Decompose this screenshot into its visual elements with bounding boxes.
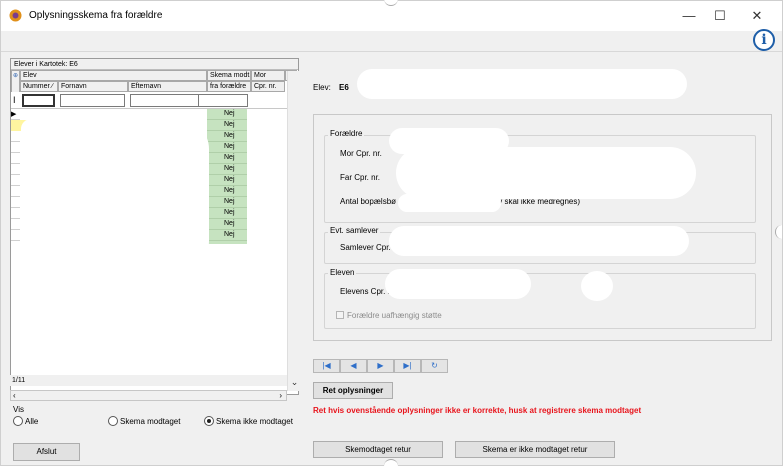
uafhaengig-checkbox-box[interactable] — [336, 310, 344, 319]
grid-header-skema-line2[interactable]: fra forældre — [207, 81, 251, 92]
app-window: Oplysningsskema fra forældre — ☐ ✕ i Ele… — [0, 0, 783, 466]
nav-next-icon[interactable]: ▶ — [367, 359, 394, 373]
app-icon — [9, 9, 22, 22]
record-count: 1/11 — [10, 375, 287, 386]
nav-last-icon[interactable]: ▶| — [394, 359, 421, 373]
grid-header-mor-line1: Mor — [251, 70, 285, 81]
resize-notch-right — [775, 225, 782, 239]
radio-skema-ikke-modtaget-circle[interactable] — [204, 415, 214, 426]
redacted-elev-name — [357, 69, 687, 99]
window-title: Oplysningsskema fra forældre — [29, 10, 163, 21]
grid-caption: Elever i Kartotek: E6 — [11, 59, 298, 70]
redacted-mor-cpr — [247, 114, 287, 278]
skema-cell[interactable]: Nej — [207, 197, 247, 208]
elev-line: Elev: E6 — [313, 83, 349, 92]
nav-first-icon[interactable]: |◀ — [313, 359, 340, 373]
info-icon[interactable]: i — [753, 29, 775, 51]
row-indicator[interactable] — [11, 197, 20, 208]
radio-skema-ikke-modtaget[interactable]: Skema ikke modtaget — [204, 415, 293, 428]
redacted-parents-block — [396, 147, 696, 199]
mor-cpr-label: Mor Cpr. nr. — [340, 149, 382, 158]
skema-cell[interactable]: Nej — [207, 175, 247, 186]
grid-header-nummer[interactable]: Nummer ∕ — [20, 81, 58, 92]
uafhaengig-checkbox[interactable]: Forældre uafhængig støtte — [336, 310, 442, 320]
scroll-right-icon[interactable]: › — [279, 391, 282, 400]
group-samlever-title: Evt. samlever — [328, 226, 381, 235]
skema-ikke-modtaget-retur-button[interactable]: Skema er ikke modtaget retur — [455, 441, 615, 458]
radio-skema-ikke-modtaget-label: Skema ikke modtaget — [216, 417, 293, 426]
grid-header-efternavn[interactable]: Efternavn — [128, 81, 207, 92]
grid-header-skema-line1: Skema modt. — [207, 70, 251, 81]
grid-header-elev: Elev — [20, 70, 207, 81]
row-indicator[interactable] — [11, 186, 20, 197]
redacted-samlever-value — [389, 226, 689, 256]
grid-horizontal-scrollbar[interactable]: ‹ › — [10, 390, 287, 401]
row-indicator[interactable] — [11, 175, 20, 186]
group-eleven-title: Eleven — [328, 268, 357, 277]
elev-value: E6 — [339, 83, 349, 92]
redacted-elevens-value — [385, 269, 531, 299]
row-indicator[interactable] — [11, 142, 20, 153]
redacted-names — [21, 119, 209, 271]
skema-cell[interactable]: Nej — [207, 109, 247, 120]
record-navigator: |◀ ◀ ▶ ▶| ↻ — [313, 359, 479, 373]
top-divider — [1, 51, 782, 52]
skema-cell[interactable]: Nej — [207, 230, 247, 241]
filter-efternavn-input[interactable] — [130, 94, 204, 107]
warning-text: Ret hvis ovenstående oplysninger ikke er… — [313, 406, 642, 415]
minimize-button[interactable]: — — [674, 6, 704, 26]
filter-row: I — [11, 92, 297, 109]
row-indicator[interactable] — [11, 131, 20, 142]
scroll-left-icon[interactable]: ‹ — [13, 391, 16, 400]
grid-vertical-scrollbar[interactable]: ⌄ — [287, 71, 300, 391]
filter-nummer-input[interactable] — [22, 94, 55, 107]
skema-cell[interactable]: Nej — [207, 186, 247, 197]
resize-notch-bottom — [384, 459, 398, 466]
skema-cell[interactable]: Nej — [207, 120, 247, 131]
skema-cell[interactable]: Nej — [207, 131, 247, 142]
radio-alle-circle[interactable] — [13, 415, 23, 426]
skema-cell[interactable]: Nej — [207, 153, 247, 164]
skema-cell[interactable]: Nej — [207, 219, 247, 230]
antal-label-start: Antal bopælsbø — [340, 197, 397, 206]
row-indicator[interactable] — [11, 230, 20, 241]
radio-alle-label: Alle — [25, 417, 39, 426]
skema-cell[interactable]: Nej — [207, 142, 247, 153]
grid-header-fornavn[interactable]: Fornavn — [58, 81, 128, 92]
uafhaengig-label: Forældre uafhængig støtte — [347, 311, 442, 320]
skemodtaget-retur-button[interactable]: Skemodtaget retur — [313, 441, 443, 458]
radio-skema-modtaget-circle[interactable] — [108, 415, 118, 426]
skema-cell[interactable]: Nej — [207, 164, 247, 175]
filter-marker: I — [13, 95, 16, 105]
scroll-down-icon[interactable]: ⌄ — [288, 376, 301, 389]
grid-header-mor-line2[interactable]: Cpr. nr. — [251, 81, 285, 92]
radio-skema-modtaget[interactable]: Skema modtaget — [108, 415, 181, 428]
filter-skema-input[interactable] — [198, 94, 248, 107]
row-indicator-current[interactable]: ▶ — [11, 109, 20, 120]
vis-label: Vis — [13, 405, 24, 414]
group-foraeldre-title: Forældre — [328, 129, 365, 138]
ret-oplysninger-button[interactable]: Ret oplysninger — [313, 382, 393, 399]
redacted-antal-value — [398, 194, 501, 212]
close-button[interactable]: ✕ — [742, 6, 772, 26]
elev-label: Elev: — [313, 83, 331, 92]
row-indicator[interactable] — [11, 153, 20, 164]
skema-cell-partial — [207, 241, 247, 244]
afslut-button[interactable]: Afslut — [13, 443, 80, 461]
skema-cell[interactable]: Nej — [207, 208, 247, 219]
nav-prev-icon[interactable]: ◀ — [340, 359, 367, 373]
radio-skema-modtaget-label: Skema modtaget — [120, 417, 181, 426]
row-indicator[interactable] — [11, 164, 20, 175]
redacted-elevens-extra — [581, 271, 613, 301]
row-indicator[interactable] — [11, 208, 20, 219]
row-indicator[interactable] — [11, 219, 20, 230]
filter-fornavn-input[interactable] — [60, 94, 125, 107]
far-cpr-label: Far Cpr. nr. — [340, 173, 381, 182]
elevens-cpr-label: Elevens Cpr. n — [340, 287, 393, 296]
radio-alle[interactable]: Alle — [13, 415, 39, 428]
maximize-button[interactable]: ☐ — [705, 6, 735, 26]
nav-refresh-icon[interactable]: ↻ — [421, 359, 448, 373]
